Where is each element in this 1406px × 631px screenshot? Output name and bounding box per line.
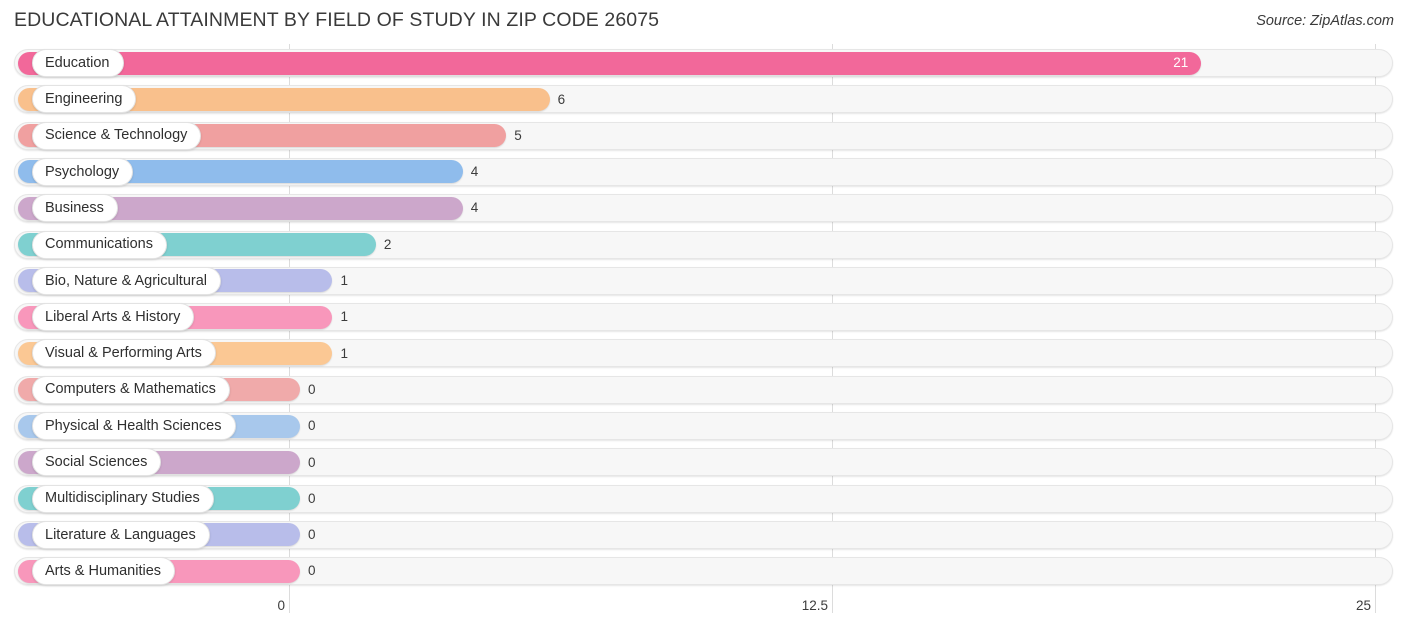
bar-value-label: 5 bbox=[514, 127, 522, 143]
category-label: Literature & Languages bbox=[45, 526, 196, 543]
axis-tick-label: 0 bbox=[277, 598, 285, 613]
category-label: Arts & Humanities bbox=[45, 562, 162, 579]
category-label: Physical & Health Sciences bbox=[45, 417, 222, 434]
bar-value-label: 6 bbox=[557, 91, 566, 107]
category-label-pill: Business bbox=[32, 194, 118, 223]
bar-value-label: 0 bbox=[308, 490, 316, 506]
category-label-pill: Science & Technology bbox=[32, 121, 202, 150]
category-label-pill: Engineering bbox=[32, 85, 137, 114]
category-label-pill: Social Sciences bbox=[32, 448, 162, 477]
bar-row: Education 21 bbox=[0, 46, 1406, 82]
x-axis: 0 12.5 25 bbox=[0, 595, 1406, 631]
source-attribution: Source: ZipAtlas.com bbox=[1256, 13, 1394, 29]
category-label: Education bbox=[45, 54, 110, 71]
bar-row: Liberal Arts & History 1 bbox=[0, 300, 1406, 336]
bar-value-label: 1 bbox=[340, 309, 348, 325]
bar-row: Social Sciences 0 bbox=[0, 445, 1406, 481]
bar-row: Physical & Health Sciences 0 bbox=[0, 409, 1406, 445]
category-label-pill: Visual & Performing Arts bbox=[32, 339, 216, 368]
category-label-pill: Arts & Humanities bbox=[32, 557, 176, 586]
bar-row: Business 4 bbox=[0, 191, 1406, 227]
bar[interactable] bbox=[18, 51, 1202, 75]
bar-value-label: 0 bbox=[308, 527, 316, 543]
category-label-pill: Psychology bbox=[32, 157, 134, 186]
category-label: Visual & Performing Arts bbox=[45, 345, 202, 362]
category-label-pill: Literature & Languages bbox=[32, 520, 210, 549]
category-label: Science & Technology bbox=[45, 127, 188, 144]
bar-value-label: 1 bbox=[340, 273, 348, 289]
category-label-pill: Multidisciplinary Studies bbox=[32, 484, 214, 513]
bar-row: Visual & Performing Arts 1 bbox=[0, 336, 1406, 372]
category-label-pill: Computers & Mathematics bbox=[32, 375, 230, 404]
category-label-pill: Communications bbox=[32, 230, 167, 259]
bar-row: Science & Technology 5 bbox=[0, 119, 1406, 155]
category-label-pill: Physical & Health Sciences bbox=[32, 412, 236, 440]
category-label: Bio, Nature & Agricultural bbox=[45, 272, 207, 289]
category-label: Social Sciences bbox=[45, 454, 148, 471]
bar-value-label: 21 bbox=[1173, 55, 1189, 71]
bar-value-label: 1 bbox=[340, 345, 348, 361]
bar-value-label: 4 bbox=[470, 200, 479, 216]
category-label: Multidisciplinary Studies bbox=[45, 490, 200, 507]
chart-header: EDUCATIONAL ATTAINMENT BY FIELD OF STUDY… bbox=[0, 0, 1406, 44]
category-label: Liberal Arts & History bbox=[45, 308, 181, 325]
chart-plot-area: Education 21 Engineering 6 Science & Technol… bbox=[0, 44, 1406, 595]
bar-value-label: 0 bbox=[308, 563, 316, 579]
page-title: EDUCATIONAL ATTAINMENT BY FIELD OF STUDY… bbox=[14, 9, 660, 31]
category-label-pill: Bio, Nature & Agricultural bbox=[32, 266, 221, 295]
bar-row: Computers & Mathematics 0 bbox=[0, 373, 1406, 409]
bar-row: Literature & Languages 0 bbox=[0, 518, 1406, 554]
category-label: Business bbox=[45, 199, 104, 216]
category-label: Psychology bbox=[45, 163, 120, 180]
bar-row: Bio, Nature & Agricultural 1 bbox=[0, 264, 1406, 300]
bar-row: Communications 2 bbox=[0, 228, 1406, 264]
category-label: Computers & Mathematics bbox=[45, 381, 216, 398]
bar-value-label: 4 bbox=[470, 164, 479, 180]
bar-value-label: 0 bbox=[308, 381, 316, 397]
bar-row: Psychology 4 bbox=[0, 155, 1406, 191]
category-label-pill: Education bbox=[32, 49, 124, 77]
bar-value-label: 2 bbox=[383, 236, 392, 252]
bar-row: Engineering 6 bbox=[0, 82, 1406, 118]
axis-tick-label: 25 bbox=[1355, 598, 1371, 613]
axis-tick-label: 12.5 bbox=[801, 598, 828, 613]
category-label-pill: Liberal Arts & History bbox=[32, 303, 195, 332]
bar-row: Multidisciplinary Studies 0 bbox=[0, 482, 1406, 518]
category-label: Engineering bbox=[45, 91, 123, 108]
bar-row: Arts & Humanities 0 bbox=[0, 554, 1406, 590]
bar-value-label: 0 bbox=[308, 454, 316, 470]
category-label: Communications bbox=[45, 236, 153, 253]
bar-value-label: 0 bbox=[308, 418, 316, 434]
